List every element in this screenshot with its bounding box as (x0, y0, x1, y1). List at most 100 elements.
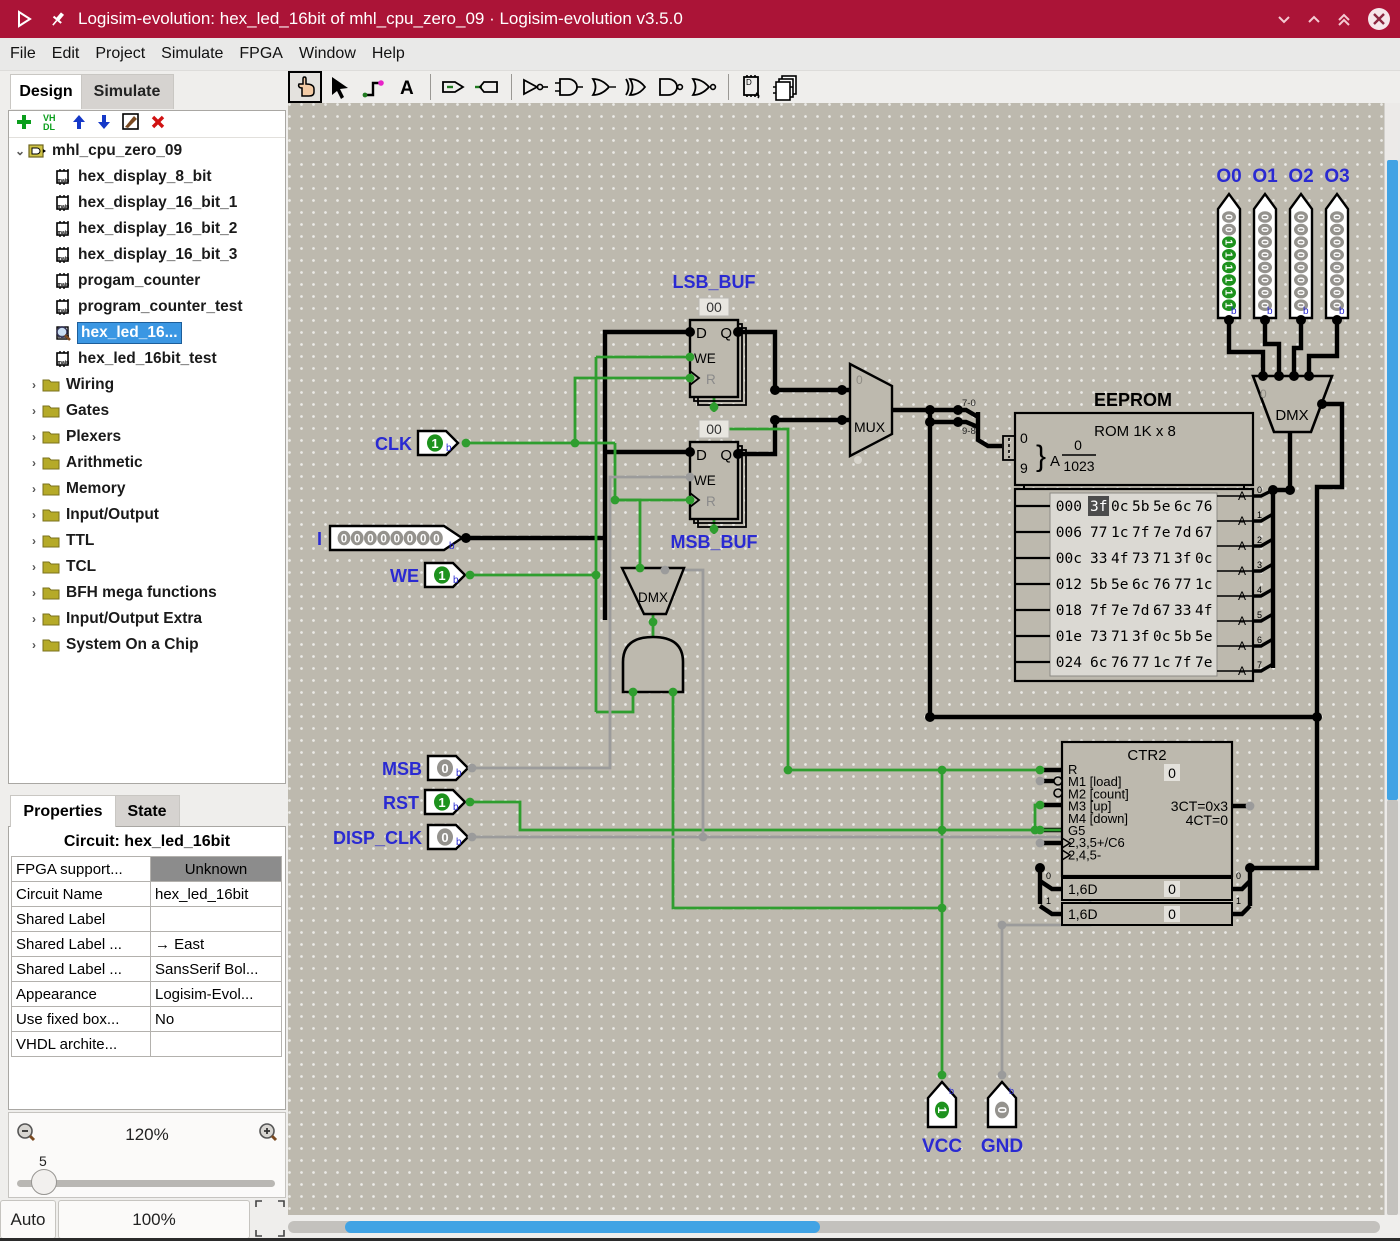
probe-net[interactable] (729, 429, 942, 770)
tree-item-hex-led-16bit-test[interactable]: mainhex_led_16bit_test (9, 346, 285, 372)
register-lsb_buf[interactable]: DQWER00LSB_BUF (672, 272, 755, 405)
tree-item-wiring[interactable]: ›Wiring (9, 372, 285, 398)
maximize-button[interactable] (1336, 11, 1352, 27)
splitter-leg[interactable] (1040, 881, 1062, 889)
tab-simulate[interactable]: Simulate (80, 74, 174, 109)
tree-item-input-output[interactable]: ›Input/Output (9, 502, 285, 528)
input-pin-clk[interactable]: 1 (418, 431, 458, 455)
subcircuit-tool-icon[interactable]: D (737, 73, 767, 101)
auto-zoom-button[interactable]: Auto (0, 1200, 56, 1239)
poke-tool-icon[interactable] (290, 73, 320, 101)
q-bus[interactable] (738, 420, 850, 454)
delete-icon[interactable] (150, 114, 166, 135)
schematic-canvas[interactable]: DQWER00LSB_BUFDQWER00MSB_BUFMUX0DMXDMX07… (288, 103, 1384, 1215)
schematic-svg[interactable]: DQWER00LSB_BUFDQWER00MSB_BUFMUX0DMXDMX07… (288, 103, 1384, 1215)
tree-item-hex-display-16-bit-1[interactable]: mainhex_display_16_bit_1 (9, 190, 285, 216)
input-pin-disp_clk[interactable]: 0 (428, 825, 468, 849)
property-value[interactable] (151, 907, 282, 932)
tree-item-hex-display-8-bit[interactable]: mainhex_display_8_bit (9, 164, 285, 190)
o1-wire[interactable] (1265, 320, 1279, 376)
tree-expander-icon[interactable]: › (27, 508, 41, 522)
property-value[interactable]: → East (151, 932, 282, 957)
property-value[interactable]: Unknown (151, 857, 282, 882)
and-in-right[interactable] (673, 692, 942, 908)
tree-expander-icon[interactable]: › (27, 404, 41, 418)
tree-item-memory[interactable]: ›Memory (9, 476, 285, 502)
tree-item-input-output-extra[interactable]: ›Input/Output Extra (9, 606, 285, 632)
not-gate-tool-icon[interactable] (520, 73, 550, 101)
horizontal-scrollbar-thumb[interactable] (345, 1221, 820, 1233)
output-pin-o0[interactable]: 00111111 (1218, 194, 1240, 318)
vhdl-icon[interactable]: VHDL (42, 112, 62, 137)
title-bar[interactable]: Logisim-evolution: hex_led_16bit of mhl_… (0, 0, 1400, 38)
property-row[interactable]: VHDL archite... (12, 1032, 282, 1057)
input-pin-we[interactable]: 1 (425, 563, 465, 587)
close-button[interactable] (1366, 6, 1392, 32)
menu-simulate[interactable]: Simulate (153, 45, 231, 63)
vertical-scrollbar-thumb[interactable] (1387, 160, 1398, 800)
tree-expander-icon[interactable]: › (27, 430, 41, 444)
or-gate-tool-icon[interactable] (588, 73, 618, 101)
menu-help[interactable]: Help (364, 45, 413, 63)
output-pin-o1[interactable]: 00000000 (1254, 194, 1276, 318)
tree-item-arithmetic[interactable]: ›Arithmetic (9, 450, 285, 476)
move-up-icon[interactable] (71, 113, 87, 136)
q-bus[interactable] (738, 332, 850, 390)
splitter-leg[interactable] (1040, 906, 1062, 914)
tab-properties[interactable]: Properties (10, 795, 116, 827)
tree-expander-icon[interactable]: › (27, 378, 41, 392)
add-circuit-icon[interactable] (15, 113, 33, 136)
reset-zoom-button[interactable]: 100% (58, 1200, 250, 1239)
tree-expander-icon[interactable]: › (27, 534, 41, 548)
property-value[interactable]: SansSerif Bol... (151, 957, 282, 982)
dmx-select[interactable] (615, 500, 640, 568)
disp-clk-net[interactable] (472, 837, 1090, 864)
zoom-slider-handle[interactable] (31, 1169, 57, 1195)
property-value[interactable]: No (151, 1007, 282, 1032)
and-in-left[interactable] (596, 692, 633, 712)
tree-item-gates[interactable]: ›Gates (9, 398, 285, 424)
o0-wire[interactable] (1229, 320, 1263, 376)
menu-file[interactable]: File (2, 45, 44, 63)
menu-window[interactable]: Window (291, 45, 364, 63)
tree-item-hex-display-16-bit-3[interactable]: mainhex_display_16_bit_3 (9, 242, 285, 268)
tree-item-plexers[interactable]: ›Plexers (9, 424, 285, 450)
tree-item-tcl[interactable]: ›TCL (9, 554, 285, 580)
text-tool-icon[interactable]: A (392, 73, 422, 101)
menu-edit[interactable]: Edit (44, 45, 88, 63)
property-row[interactable]: Circuit Namehex_led_16bit (12, 882, 282, 907)
tree-item-system-on-a-chip[interactable]: ›System On a Chip (9, 632, 285, 658)
dmx-in-gray[interactable] (665, 570, 703, 837)
splitter-bus[interactable] (978, 412, 1002, 446)
and-gate-tool-icon[interactable] (554, 73, 584, 101)
property-value[interactable]: Logisim-Evol... (151, 982, 282, 1007)
and-gate-component[interactable] (623, 637, 683, 692)
rst-net[interactable] (470, 802, 1035, 830)
tree-expander-icon[interactable]: ⌄ (13, 144, 27, 158)
tree-item-mhl-cpu-zero-09[interactable]: ⌄mhl_cpu_zero_09 (9, 138, 285, 164)
tree-expander-icon[interactable]: › (27, 482, 41, 496)
xor-gate-tool-icon[interactable] (622, 73, 652, 101)
nand-gate-tool-icon[interactable] (656, 73, 686, 101)
zoom-in-icon[interactable] (257, 1121, 279, 1148)
select-bus[interactable] (1250, 404, 1342, 868)
output-pin-tool-icon[interactable] (473, 73, 503, 101)
menu-fpga[interactable]: FPGA (231, 45, 291, 63)
tree-item-ttl[interactable]: ›TTL (9, 528, 285, 554)
vertical-scrollbar[interactable] (1384, 103, 1400, 1215)
roll-down-button[interactable] (1276, 11, 1292, 27)
property-row[interactable]: Shared Label ...→ East (12, 932, 282, 957)
input-pin-rst[interactable]: 1 (425, 790, 465, 814)
property-row[interactable]: AppearanceLogisim-Evol... (12, 982, 282, 1007)
input-pin-tool-icon[interactable] (439, 73, 469, 101)
property-row[interactable]: Shared Label (12, 907, 282, 932)
property-row[interactable]: Shared Label ...SansSerif Bol... (12, 957, 282, 982)
tree-item-hex-display-16-bit-2[interactable]: mainhex_display_16_bit_2 (9, 216, 285, 242)
input-pin-msb[interactable]: 0 (428, 756, 468, 780)
tab-design[interactable]: Design (10, 74, 82, 109)
move-down-icon[interactable] (96, 113, 112, 136)
wire-tool-icon[interactable] (358, 73, 388, 101)
edit-icon[interactable] (121, 112, 141, 137)
output-pin-o2[interactable]: 00000000 (1290, 194, 1312, 318)
tree-item-bfh-mega-functions[interactable]: ›BFH mega functions (9, 580, 285, 606)
